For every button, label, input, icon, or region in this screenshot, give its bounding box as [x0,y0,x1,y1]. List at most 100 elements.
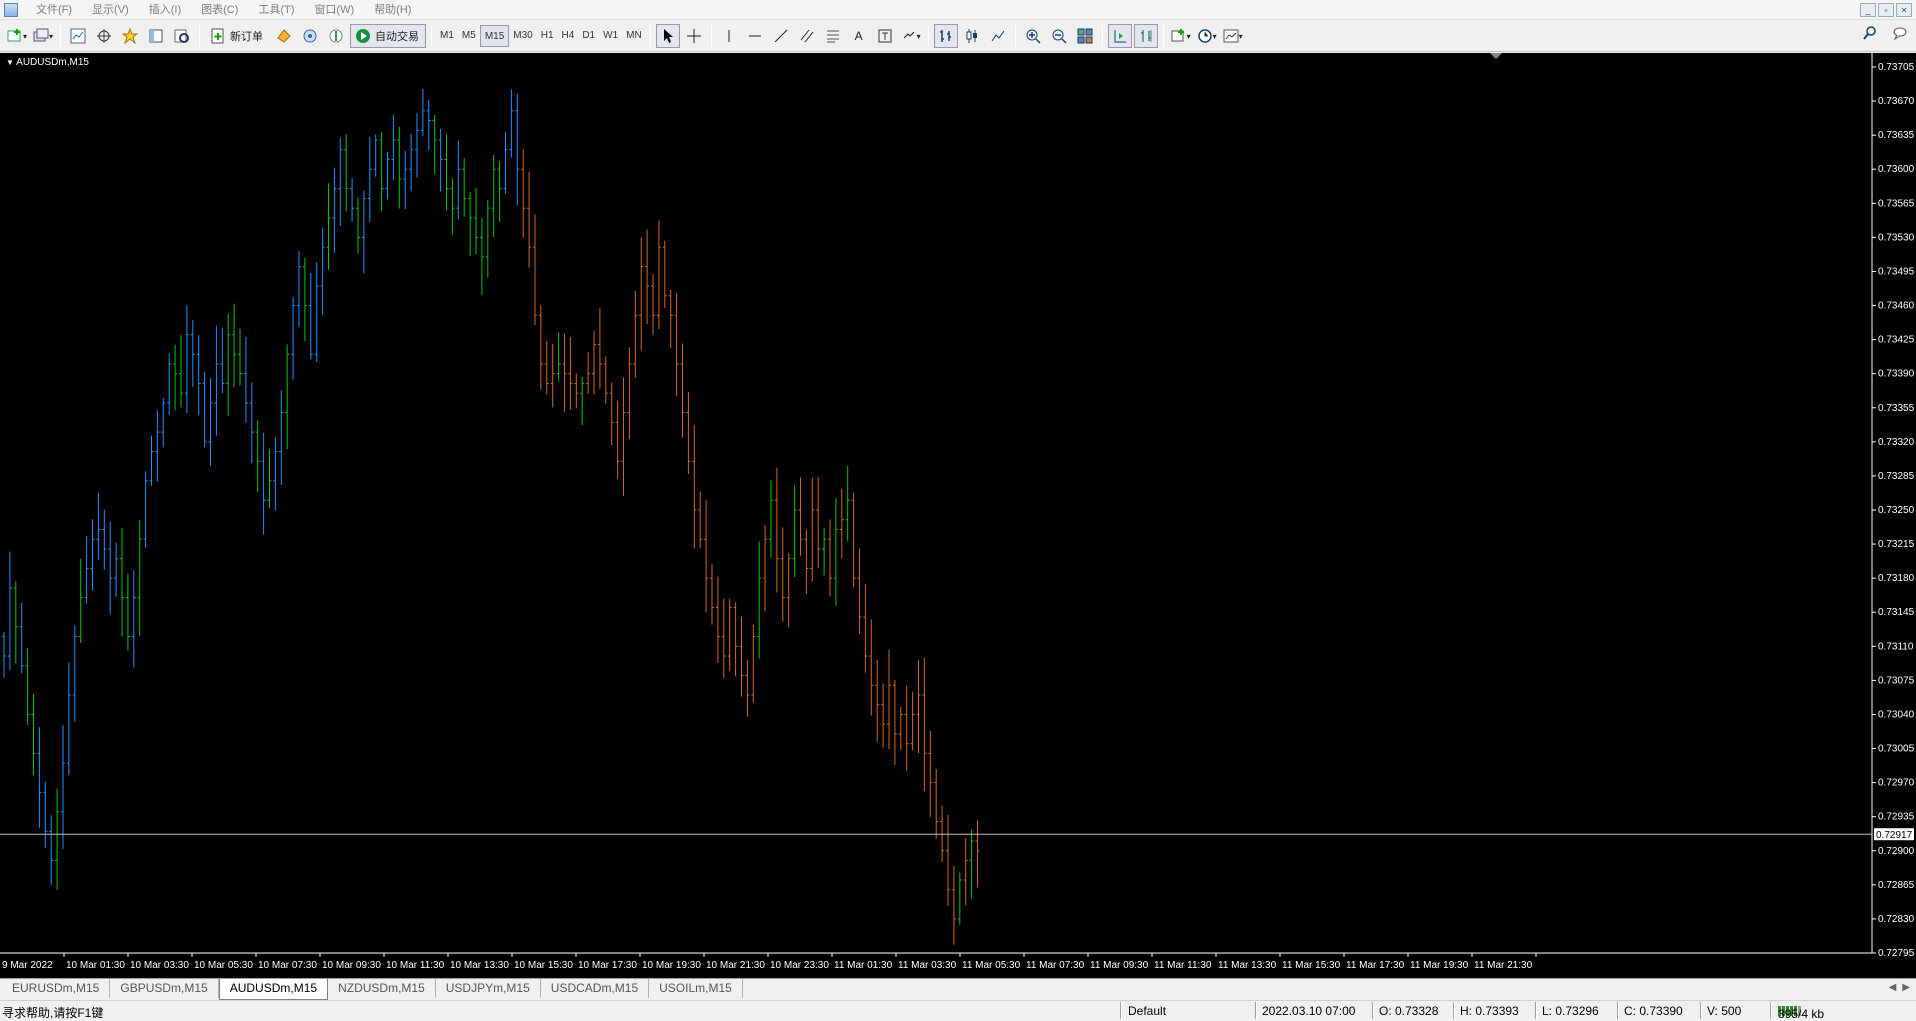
timeframe-m30-button[interactable]: M30 [509,25,536,47]
status-traffic-text: 395/4 kb [1778,1007,1825,1021]
tab-audusd[interactable]: AUDUSDm,M15 [218,979,329,1000]
market-watch-button[interactable] [66,24,90,48]
restore-icon[interactable]: ▫ [1878,3,1894,17]
time-tick-label: 11 Mar 11:30 [1154,960,1212,971]
tab-usdcad[interactable]: USDCADm,M15 [541,979,650,998]
chart-shift-marker [1490,53,1502,59]
timeframe-m1-button[interactable]: M1 [436,25,458,47]
price-tick-label: 0.73215 [1878,539,1915,550]
menu-view[interactable]: 显示(V) [82,0,139,20]
metaeditor-button[interactable] [272,24,296,48]
time-tick-label: 10 Mar 11:30 [386,960,445,971]
arrows-button[interactable]: ▾ [899,24,923,48]
data-window-button[interactable] [92,24,116,48]
search-icon[interactable] [1862,25,1878,41]
price-tick-label: 0.72865 [1878,880,1915,891]
signals-icon [303,29,317,43]
timeframe-m5-button[interactable]: M5 [458,25,480,47]
text-icon: A [854,29,863,43]
timeframe-h4-button[interactable]: H4 [558,25,579,47]
timeframe-m15-button[interactable]: M15 [479,25,510,47]
price-tick-label: 0.72795 [1878,948,1915,959]
profiles-button[interactable]: ▾ [31,24,55,48]
new-chart-button[interactable]: ▾ [5,24,29,48]
trendline-icon [774,29,788,43]
bar-chart-icon [939,30,951,42]
menu-insert[interactable]: 插入(I) [139,0,191,20]
cursor-tool-button[interactable] [655,24,680,48]
tab-eurusd[interactable]: EURUSDm,M15 [2,979,111,998]
vertical-line-button[interactable] [717,24,741,48]
status-help: 寻求帮助,请按F1键 [2,1006,104,1020]
market-button[interactable] [324,24,348,48]
timeframe-h1-button[interactable]: H1 [537,25,558,47]
indicators-button[interactable]: ▾ [1169,24,1193,48]
menu-window[interactable]: 窗口(W) [304,0,364,20]
new-order-button[interactable]: 新订单 [205,24,270,48]
time-tick-label: 11 Mar 13:30 [1218,960,1277,971]
time-tick-label: 10 Mar 05:30 [194,960,253,971]
zoom-in-icon [1026,29,1041,44]
line-chart-button[interactable] [986,24,1010,48]
price-tick-label: 0.72970 [1878,778,1915,789]
menu-charts[interactable]: 图表(C) [191,0,248,20]
crosshair-tool-button[interactable] [682,24,706,48]
menu-file[interactable]: 文件(F) [26,0,82,20]
price-tick-label: 0.73565 [1878,198,1915,209]
fibonacci-button[interactable] [821,24,845,48]
periods-button[interactable]: ▾ [1195,24,1219,48]
zoom-in-button[interactable] [1021,24,1045,48]
tab-usdjpy[interactable]: USDJPYm,M15 [436,979,541,998]
navigator-button[interactable] [118,24,142,48]
templates-button[interactable]: ▾ [1221,24,1245,48]
auto-trading-button[interactable]: 自动交易 [350,24,426,48]
candlestick-button[interactable] [960,24,984,48]
price-tick-label: 0.73495 [1878,266,1915,277]
tile-windows-button[interactable] [1073,24,1097,48]
tab-scroll-left-icon[interactable]: ◀ [1889,982,1897,993]
text-label-icon [878,29,892,43]
tab-gbpusd[interactable]: GBPUSDm,M15 [110,979,219,998]
price-tick-label: 0.73390 [1878,369,1915,380]
terminal-button[interactable] [144,24,168,48]
strategy-tester-button[interactable] [170,24,194,48]
chart-shift-button[interactable] [1133,24,1158,48]
trendline-button[interactable] [769,24,793,48]
tab-nzdusd[interactable]: NZDUSDm,M15 [328,979,436,998]
timeframe-d1-button[interactable]: D1 [578,25,599,47]
status-divider [1372,1002,1374,1019]
time-tick-label: 10 Mar 23:30 [770,960,829,971]
new-chart-icon [7,29,21,42]
timeframe-group: M1 M5 M15 M30 H1 H4 D1 W1 MN [436,25,646,47]
minimize-icon[interactable]: _ [1860,3,1876,17]
menu-tools[interactable]: 工具(T) [248,0,304,20]
chart-menu-icon[interactable]: ▼ [6,58,14,67]
price-tick-label: 0.73250 [1878,505,1915,516]
status-divider [1770,1002,1772,1019]
autoscroll-button[interactable] [1107,24,1132,48]
price-tick-label: 0.73005 [1878,744,1915,755]
tab-scroll-right-icon[interactable]: ▶ [1902,982,1910,993]
zoom-out-button[interactable] [1047,24,1071,48]
crosshair-data-icon [97,29,111,43]
terminal-icon [149,29,163,43]
zoom-out-icon [1052,29,1067,44]
timeframe-w1-button[interactable]: W1 [599,25,622,47]
text-tool-button[interactable]: A [847,24,871,48]
status-time: 2022.03.10 07:00 [1262,1004,1356,1018]
channel-button[interactable] [795,24,819,48]
price-chart[interactable]: 0.73705 0.73670 0.73635 0.73600 0.73565 0.735… [0,53,1916,978]
tab-usoil[interactable]: USOILm,M15 [649,979,743,998]
menu-help[interactable]: 帮助(H) [364,0,421,20]
text-label-button[interactable] [873,24,897,48]
chat-icon[interactable] [1892,25,1908,41]
status-profile[interactable]: Default [1128,1004,1166,1018]
autoscroll-icon [1114,30,1126,43]
time-tick-label: 11 Mar 21:30 [1474,960,1533,971]
price-tick-label: 0.73075 [1878,675,1915,686]
close-icon[interactable]: × [1896,3,1912,17]
horizontal-line-button[interactable] [743,24,767,48]
bar-chart-button[interactable] [933,24,958,48]
timeframe-mn-button[interactable]: MN [622,25,646,47]
signals-button[interactable] [298,24,322,48]
